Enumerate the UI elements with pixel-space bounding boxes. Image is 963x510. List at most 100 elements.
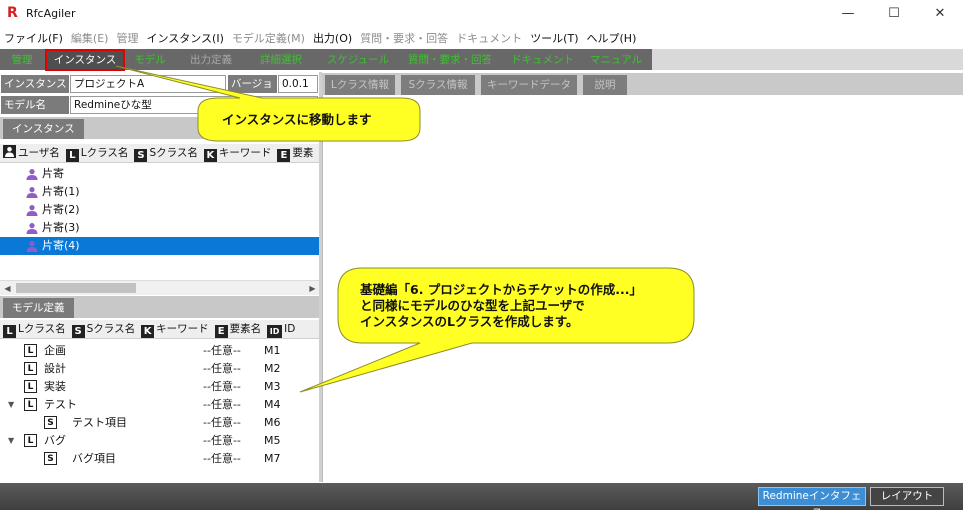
menu-item-5[interactable]: 出力(O) (309, 29, 356, 48)
tab-schedule[interactable]: スケジュール (318, 51, 398, 69)
tab-model[interactable]: モデル (128, 51, 172, 69)
tab-manual[interactable]: マニュアル (584, 51, 648, 69)
user-row[interactable]: 片寄(1) (0, 183, 320, 201)
tab-instance-list[interactable]: インスタンス (3, 119, 84, 139)
model-row[interactable]: S テスト項目 --任意-- M6 (0, 414, 320, 432)
model-row-name: 設計 (44, 362, 66, 375)
instance-column-4[interactable]: E 要素 (274, 144, 313, 162)
menu-item-8[interactable]: ツール(T) (526, 29, 582, 48)
menu-item-3[interactable]: インスタンス(I) (142, 29, 227, 48)
left-panel: インスタンス名 プロジェクトA バージョン 0.0.1 モデル名 Redmine… (0, 72, 320, 482)
k-badge-icon: K (141, 325, 155, 338)
tab-s-class-info[interactable]: Sクラス情報 (401, 75, 475, 95)
tab-management[interactable]: 管理 (3, 51, 41, 69)
tab-detail-select[interactable]: 詳細選択 (248, 51, 314, 69)
model-row-id: M3 (264, 380, 281, 393)
l-class-icon: L (24, 344, 37, 357)
model-row[interactable]: ▼ L バグ --任意-- M5 (0, 432, 320, 450)
model-row[interactable]: L 設計 --任意-- M2 (0, 360, 320, 378)
l-class-icon: L (24, 380, 37, 393)
model-column-1[interactable]: S Sクラス名 (69, 320, 135, 338)
user-name: 片寄(3) (42, 221, 80, 234)
l-badge-icon: L (65, 149, 79, 162)
instance-column-label: Lクラス名 (80, 147, 129, 159)
instance-column-0[interactable]: ユーザ名 (0, 144, 60, 162)
instance-column-3[interactable]: K キーワード (201, 144, 272, 162)
tab-keyword-data[interactable]: キーワードデータ (481, 75, 577, 95)
model-row[interactable]: ▼ L テスト --任意-- M4 (0, 396, 320, 414)
callout-text-1: インスタンスに移動します (222, 112, 372, 127)
user-icon (26, 168, 38, 180)
scroll-right-icon[interactable]: ▶ (305, 281, 320, 296)
redmine-interface-button[interactable]: Redmineインタフェース (758, 487, 866, 510)
model-row-name: テスト (44, 398, 77, 411)
menu-item-0[interactable]: ファイル(F) (0, 29, 67, 48)
user-icon (26, 240, 38, 252)
tab-output-definition[interactable]: 出力定義 (178, 51, 244, 69)
toolbar-empty-area (652, 49, 963, 70)
tab-description[interactable]: 説明 (583, 75, 627, 95)
model-column-label: Lクラス名 (18, 323, 66, 335)
main-toolbar: 管理 インスタンス モデル 出力定義 詳細選択 スケジュール 質問・要求・回答 … (0, 49, 652, 71)
user-name: 片寄(1) (42, 185, 80, 198)
minimize-button[interactable]: — (825, 0, 871, 28)
scroll-thumb[interactable] (16, 283, 136, 293)
instance-column-1[interactable]: L Lクラス名 (63, 144, 129, 162)
model-column-3[interactable]: E 要素名 (212, 320, 261, 338)
user-row[interactable]: 片寄(4) (0, 237, 320, 255)
instance-column-label: キーワード (218, 147, 272, 159)
l-class-icon: L (24, 398, 37, 411)
e-badge-icon: E (277, 149, 291, 162)
tab-instance[interactable]: インスタンス (45, 49, 125, 71)
model-row-name: テスト項目 (72, 416, 127, 429)
model-row[interactable]: L 実装 --任意-- M3 (0, 378, 320, 396)
instance-column-label: Sクラス名 (149, 147, 198, 159)
callout-text-2-line-1: 基礎編「6. プロジェクトからチケットの作成...」 (360, 282, 643, 297)
model-column-label: キーワード (156, 323, 209, 335)
s-class-icon: S (44, 416, 57, 429)
l-badge-icon: L (3, 325, 16, 338)
horizontal-scrollbar[interactable]: ◀ ▶ (0, 280, 320, 295)
model-name-label: モデル名 (1, 96, 69, 114)
scroll-left-icon[interactable]: ◀ (0, 281, 15, 296)
tab-question-request-answer[interactable]: 質問・要求・回答 (400, 51, 500, 69)
model-row-option: --任意-- (203, 344, 241, 357)
model-row-name: バグ (44, 434, 66, 447)
version-field[interactable]: 0.0.1 (278, 75, 318, 93)
model-column-2[interactable]: K キーワード (138, 320, 209, 338)
model-row-option: --任意-- (203, 398, 241, 411)
menu-item-9[interactable]: ヘルプ(H) (583, 29, 641, 48)
model-column-0[interactable]: L Lクラス名 (0, 320, 66, 338)
user-row[interactable]: 片寄(3) (0, 219, 320, 237)
expand-chevron-icon[interactable]: ▼ (8, 432, 14, 450)
instance-name-field[interactable]: プロジェクトA (70, 75, 226, 93)
model-row-id: M6 (264, 416, 281, 429)
model-row-option: --任意-- (203, 362, 241, 375)
instance-column-header: ユーザ名 L Lクラス名 S Sクラス名 K キーワード E 要素 (0, 144, 320, 163)
model-row-option: --任意-- (203, 416, 241, 429)
menu-item-1[interactable]: 編集(E) (67, 29, 113, 48)
tab-model-definition[interactable]: モデル定義 (3, 298, 74, 318)
right-tab-row: Lクラス情報 Sクラス情報 キーワードデータ 説明 (322, 73, 963, 95)
tab-document[interactable]: ドキュメント (505, 51, 580, 69)
model-row[interactable]: S バグ項目 --任意-- M7 (0, 450, 320, 468)
instance-column-2[interactable]: S Sクラス名 (131, 144, 198, 162)
l-class-icon: L (24, 434, 37, 447)
menu-item-7[interactable]: ドキュメント (452, 29, 526, 48)
close-button[interactable]: ✕ (917, 0, 963, 28)
expand-chevron-icon[interactable]: ▼ (8, 396, 14, 414)
instance-column-label: ユーザ名 (18, 147, 60, 159)
user-row[interactable]: 片寄 (0, 165, 320, 183)
user-row[interactable]: 片寄(2) (0, 201, 320, 219)
person-column-icon (3, 145, 16, 158)
model-row-id: M2 (264, 362, 281, 375)
model-row[interactable]: L 企画 --任意-- M1 (0, 342, 320, 360)
menu-item-2[interactable]: 管理 (112, 29, 142, 48)
model-column-4[interactable]: ID ID (264, 320, 295, 338)
menu-item-4[interactable]: モデル定義(M) (228, 29, 309, 48)
tab-l-class-info[interactable]: Lクラス情報 (325, 75, 395, 95)
maximize-button[interactable]: ☐ (871, 0, 917, 28)
layout-button[interactable]: レイアウト (870, 487, 944, 506)
s-badge-icon: S (134, 149, 148, 162)
menu-item-6[interactable]: 質問・要求・回答 (356, 29, 452, 48)
